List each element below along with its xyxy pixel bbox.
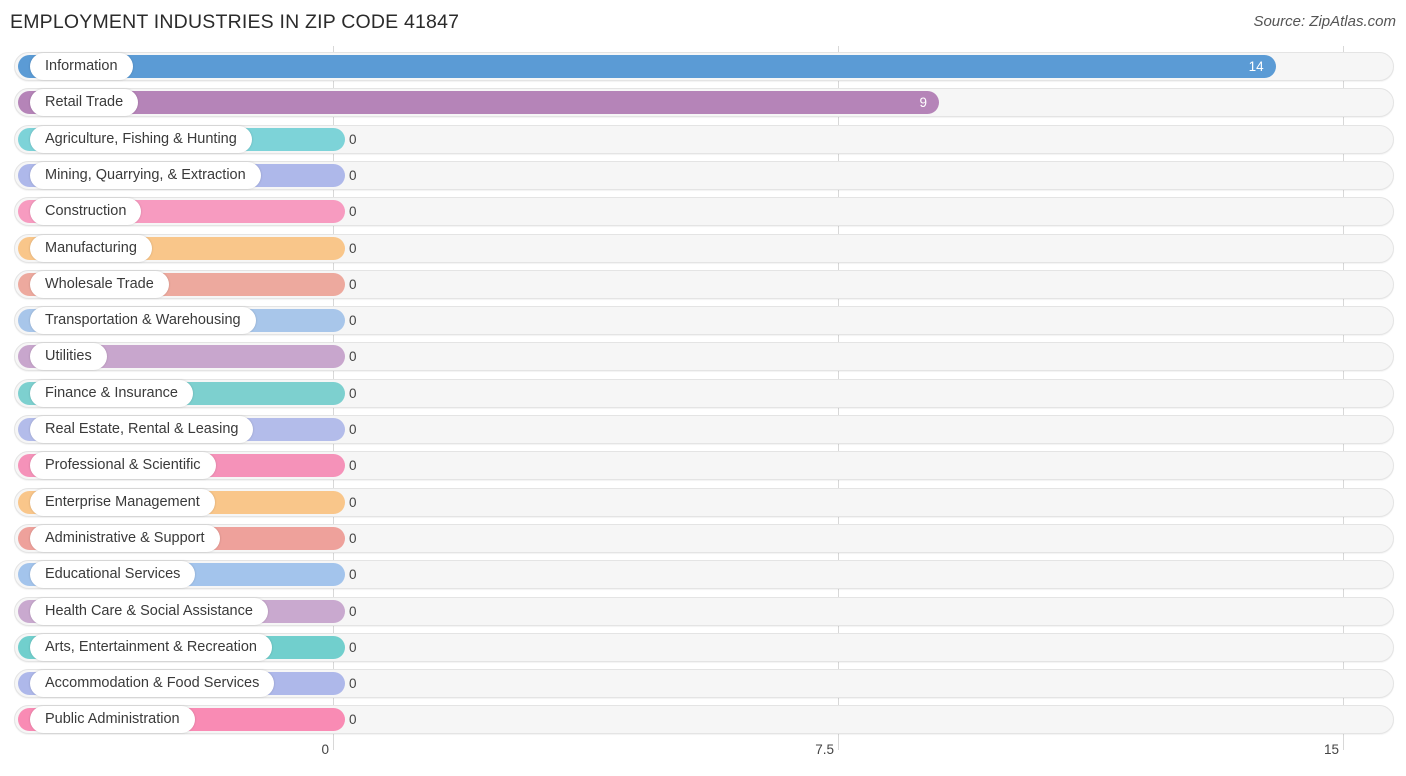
bar: 9 <box>18 91 939 115</box>
table-row: 0 Arts, Entertainment & Recreation <box>14 632 1394 662</box>
category-label: Enterprise Management <box>30 488 215 516</box>
category-label: Agriculture, Fishing & Hunting <box>30 125 252 153</box>
bar-value-label: 0 <box>349 603 357 619</box>
table-row: 14 Information <box>14 52 1394 81</box>
bar-value-label: 0 <box>349 349 357 365</box>
category-label: Wholesale Trade <box>30 270 169 298</box>
category-label: Administrative & Support <box>30 524 220 552</box>
category-label: Manufacturing <box>30 234 152 262</box>
bar-value-label: 0 <box>349 385 357 401</box>
bar-value-label: 0 <box>349 676 357 692</box>
table-row: 0 Transportation & Warehousing <box>14 306 1394 336</box>
table-row: 0 Manufacturing <box>14 233 1394 263</box>
bar-value-label: 0 <box>349 422 357 437</box>
category-label: Transportation & Warehousing <box>30 307 256 335</box>
category-label: Mining, Quarrying, & Extraction <box>30 161 261 189</box>
category-label: Finance & Insurance <box>30 379 193 407</box>
bar-value-label: 0 <box>349 458 357 474</box>
x-tick-label: 15 <box>1323 742 1339 757</box>
bar-value-label: 0 <box>349 167 357 183</box>
table-row: 0 Health Care & Social Assistance <box>14 596 1394 626</box>
category-label: Information <box>30 53 133 80</box>
table-row: 0 Finance & Insurance <box>14 378 1394 408</box>
x-axis: 0 7.5 15 <box>0 738 1406 776</box>
tick-mark-0 <box>333 738 334 750</box>
bar-value-label: 0 <box>349 204 357 220</box>
chart-page: EMPLOYMENT INDUSTRIES IN ZIP CODE 41847 … <box>0 0 1406 776</box>
bar-value-label: 0 <box>349 240 357 256</box>
table-row: 0 Public Administration <box>14 705 1394 735</box>
category-label: Construction <box>30 198 142 226</box>
table-row: 0 Real Estate, Rental & Leasing <box>14 415 1394 444</box>
bar-value-label: 0 <box>349 639 357 655</box>
source-attribution: Source: ZipAtlas.com <box>1253 13 1396 30</box>
bar-value-label: 0 <box>349 313 357 329</box>
bar-value-label: 0 <box>349 567 357 583</box>
table-row: 0 Accommodation & Food Services <box>14 669 1394 699</box>
table-row: 0 Utilities <box>14 342 1394 372</box>
tick-mark-15 <box>1343 738 1344 750</box>
table-row: 0 Educational Services <box>14 560 1394 590</box>
category-label: Utilities <box>30 343 107 371</box>
table-row: 0 Enterprise Management <box>14 487 1394 517</box>
category-label: Educational Services <box>30 561 196 589</box>
table-row: 0 Mining, Quarrying, & Extraction <box>14 160 1394 190</box>
bar-value-label: 0 <box>349 530 357 546</box>
category-label: Public Administration <box>30 706 195 734</box>
chart-header: EMPLOYMENT INDUSTRIES IN ZIP CODE 41847 … <box>0 0 1406 46</box>
category-label: Professional & Scientific <box>30 452 216 480</box>
bar: 14 <box>18 55 1276 78</box>
table-row: 9 Retail Trade <box>14 88 1394 118</box>
category-label: Health Care & Social Assistance <box>30 597 268 625</box>
bar-value-label: 0 <box>349 131 357 147</box>
bar-value-label: 9 <box>919 95 927 111</box>
table-row: 0 Construction <box>14 197 1394 227</box>
table-row: 0 Professional & Scientific <box>14 451 1394 481</box>
category-label: Accommodation & Food Services <box>30 670 275 698</box>
bar-value-label: 0 <box>349 494 357 510</box>
table-row: 0 Administrative & Support <box>14 523 1394 553</box>
table-row: 0 Agriculture, Fishing & Hunting <box>14 124 1394 154</box>
tick-mark-7.5 <box>838 738 839 750</box>
table-row: 0 Wholesale Trade <box>14 269 1394 299</box>
page-title: EMPLOYMENT INDUSTRIES IN ZIP CODE 41847 <box>10 11 460 33</box>
x-tick-label: 7.5 <box>815 742 834 757</box>
category-label: Real Estate, Rental & Leasing <box>30 416 254 443</box>
category-label: Retail Trade <box>30 89 139 117</box>
bar-value-label: 14 <box>1248 59 1264 74</box>
category-label: Arts, Entertainment & Recreation <box>30 633 272 661</box>
bar-value-label: 0 <box>349 712 357 728</box>
plot-area: 14 Information 9 Retail Trade 0 Agriculture, … <box>0 46 1406 738</box>
x-tick-label: 0 <box>321 742 329 757</box>
bar-value-label: 0 <box>349 276 357 292</box>
